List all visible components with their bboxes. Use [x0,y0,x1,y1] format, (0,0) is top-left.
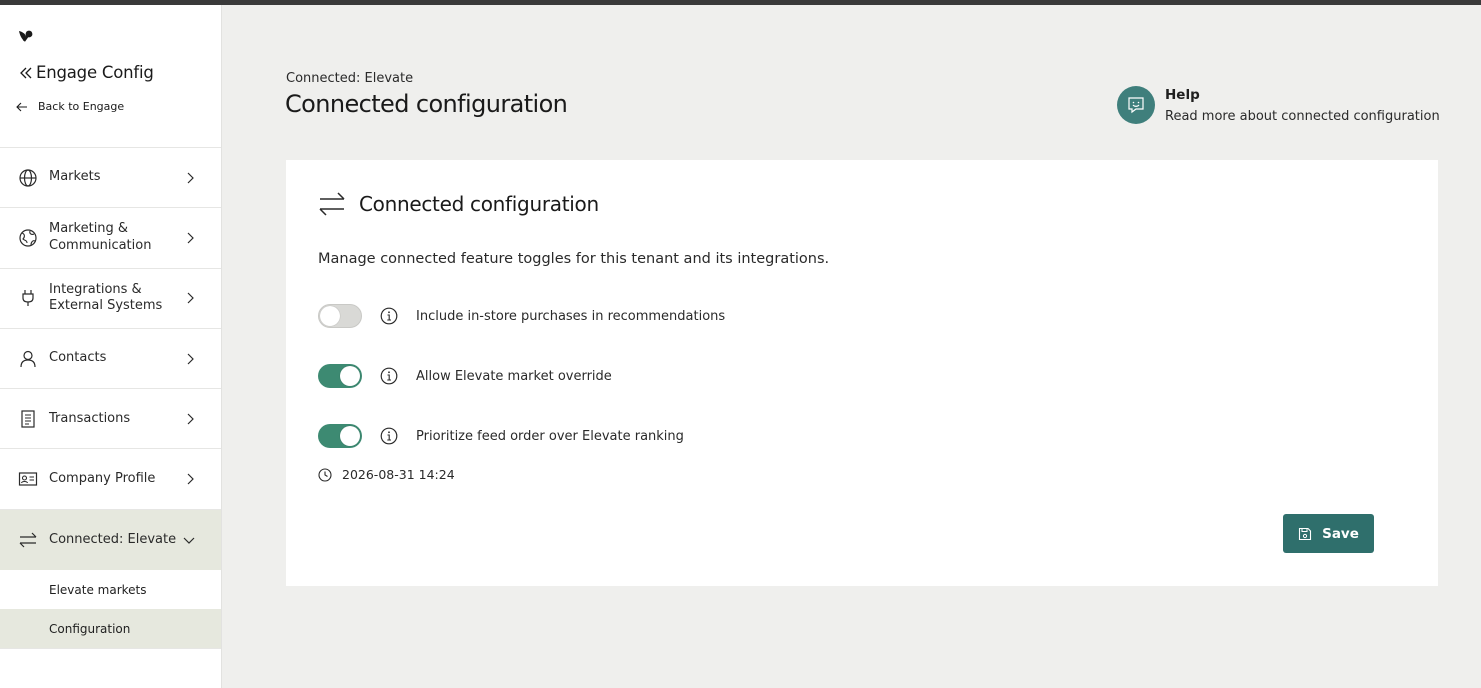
arrows-exchange-icon [19,532,37,548]
app-title: Engage Config [36,63,154,82]
app-title-collapse[interactable]: Engage Config [18,63,154,82]
info-icon[interactable] [380,307,398,325]
configuration-card: Connected configuration Manage connected… [286,160,1438,586]
card-header: Connected configuration [318,191,599,217]
sidebar-item-connected-elevate[interactable]: Connected: Elevate [0,509,221,571]
toggle-knob [340,366,360,386]
sidebar-item-company-profile[interactable]: Company Profile [0,449,221,510]
arrow-left-icon [16,102,27,111]
plug-icon [22,290,34,307]
toggle-label: Include in-store purchases in recommenda… [416,308,726,324]
sidebar-item-transactions[interactable]: Transactions [0,389,221,450]
chevron-down-icon [183,537,195,544]
toggle-feed-order[interactable] [318,424,362,448]
back-label: Back to Engage [38,100,125,113]
help-link[interactable]: Help Read more about connected configura… [1117,86,1440,124]
toggle-knob [340,426,360,446]
toggle-row-feed-order: Prioritize feed order over Elevate ranki… [318,424,684,448]
sidebar-item-contacts[interactable]: Contacts [0,329,221,390]
id-card-icon [18,472,38,486]
help-circle [1117,86,1155,124]
last-updated: 2026-08-31 14:24 [318,467,455,482]
chevron-right-icon [187,172,194,184]
sidebar-nav: Markets Marketing & Communication Integr… [0,147,221,650]
sidebar-item-label: Company Profile [49,470,156,486]
toggle-label: Allow Elevate market override [416,368,612,384]
card-title: Connected configuration [359,192,599,216]
toggle-in-store-purchases[interactable] [318,304,362,328]
card-description: Manage connected feature toggles for thi… [318,251,830,267]
sidebar-item-integrations[interactable]: Integrations & External Systems [0,269,221,329]
arrows-exchange-icon [319,192,345,216]
sidebar-item-marketing-communication[interactable]: Marketing & Communication [0,208,221,269]
sidebar-item-label: Contacts [49,350,107,366]
sidebar-item-markets[interactable]: Markets [0,148,221,209]
info-icon[interactable] [380,427,398,445]
save-label: Save [1322,525,1359,542]
sidebar-item-label: Transactions [49,410,131,426]
toggle-row-in-store-purchases: Include in-store purchases in recommenda… [318,304,725,328]
sidebar-subitem-elevate-markets[interactable]: Elevate markets [0,570,221,609]
help-title: Help [1165,87,1200,103]
save-button[interactable]: Save [1283,514,1374,553]
globe-icon [19,169,37,187]
back-to-engage-link[interactable]: Back to Engage [16,100,124,113]
floppy-disk-icon [1299,527,1312,540]
clock-icon [318,467,332,482]
toggle-label: Prioritize feed order over Elevate ranki… [416,428,684,444]
sidebar-subitem-configuration[interactable]: Configuration [0,609,221,649]
world-icon [19,229,37,247]
chevron-right-icon [187,292,194,304]
timestamp-text: 2026-08-31 14:24 [342,467,455,482]
sidebar-item-label: Integrations & External Systems [49,281,163,314]
chevron-right-icon [187,353,194,364]
chevron-right-icon [187,413,194,425]
toggle-market-override[interactable] [318,364,362,388]
page-title: Connected configuration [285,90,568,118]
toggle-row-market-override: Allow Elevate market override [318,364,612,388]
info-icon[interactable] [380,367,398,385]
person-icon [20,350,36,367]
help-description: Read more about connected configuration [1165,109,1440,124]
breadcrumb: Connected: Elevate [286,71,414,86]
chevron-right-icon [187,232,194,244]
receipt-icon [21,410,35,428]
brand-logo-icon [19,30,33,42]
sidebar-item-label: Markets [49,169,101,185]
help-text: Help Read more about connected configura… [1165,86,1440,124]
toggle-knob [320,306,340,326]
double-chevron-left-icon [20,67,32,78]
top-bar [0,0,1481,5]
sidebar-item-label: Marketing & Communication [49,221,152,253]
chevron-right-icon [187,473,194,485]
sidebar: Engage Config Back to Engage Markets Mar… [0,5,222,688]
sidebar-item-label: Connected: Elevate [49,531,177,547]
sidebar-subnav: Elevate markets Configuration [0,570,221,650]
chat-smile-icon [1128,97,1144,114]
